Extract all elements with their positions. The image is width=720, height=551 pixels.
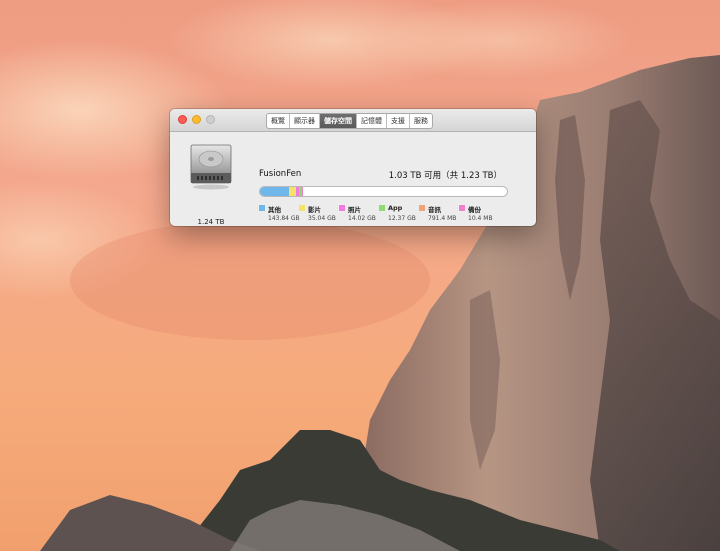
legend-label: 影片 <box>308 206 321 214</box>
tab-storage[interactable]: 儲存空間 <box>320 114 357 128</box>
volume-free-space: 1.03 TB 可用（共 1.23 TB） <box>388 171 502 181</box>
minimize-button[interactable] <box>192 115 201 124</box>
legend-swatch <box>299 205 305 211</box>
tab-service[interactable]: 服務 <box>410 114 432 128</box>
legend-swatch <box>259 205 265 211</box>
legend-label: 備份 <box>468 206 481 214</box>
storage-usage-bar <box>259 186 508 197</box>
close-button[interactable] <box>178 115 187 124</box>
drive-size: 1.24 TB <box>197 218 225 226</box>
volume-name: FusionFen <box>259 169 302 179</box>
legend-label: 音訊 <box>428 206 441 214</box>
legend-label: 其他 <box>268 206 281 214</box>
storage-pane: 1.24 TB Fusion Drive FusionFen 1.03 TB 可… <box>170 132 536 226</box>
zoom-button[interactable] <box>206 115 215 124</box>
segmented-tabs: 概覽 顯示器 儲存空間 記憶體 支援 服務 <box>266 113 433 129</box>
legend-swatch <box>419 205 425 211</box>
desktop-wallpaper <box>0 0 720 551</box>
about-this-mac-window[interactable]: 概覽 顯示器 儲存空間 記憶體 支援 服務 1.24 TB FusionFen … <box>170 109 536 226</box>
usage-segment-1 <box>288 187 296 196</box>
title-bar[interactable]: 概覽 顯示器 儲存空間 記憶體 支援 服務 <box>170 109 536 132</box>
legend-value: 143.84 GB <box>268 215 300 222</box>
hard-drive-icon <box>189 143 233 195</box>
usage-segment-5 <box>302 187 303 196</box>
window-controls <box>178 115 215 124</box>
legend-value: 12.37 GB <box>388 215 416 222</box>
legend-swatch <box>379 205 385 211</box>
tab-displays[interactable]: 顯示器 <box>290 114 320 128</box>
tab-overview[interactable]: 概覽 <box>267 114 290 128</box>
tab-support[interactable]: 支援 <box>387 114 410 128</box>
legend-swatch <box>339 205 345 211</box>
legend-value: 791.4 MB <box>428 215 457 222</box>
tab-memory[interactable]: 記憶體 <box>357 114 387 128</box>
legend-value: 35.04 GB <box>308 215 336 222</box>
legend-swatch <box>459 205 465 211</box>
legend-label: App <box>388 204 403 212</box>
legend-value: 10.4 MB <box>468 215 493 222</box>
usage-segment-0 <box>260 187 289 196</box>
legend-label: 照片 <box>348 206 361 214</box>
legend-value: 14.02 GB <box>348 215 376 222</box>
